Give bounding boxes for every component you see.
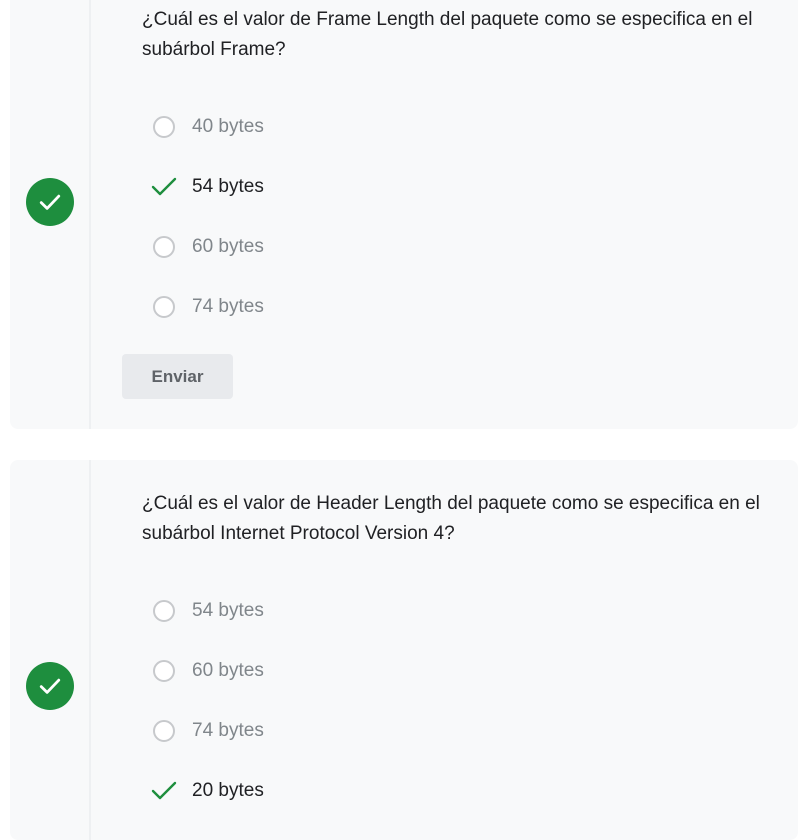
option-label: 60 bytes	[192, 236, 264, 257]
option-label: 20 bytes	[192, 780, 264, 801]
option-label: 60 bytes	[192, 660, 264, 681]
radio-button[interactable]	[153, 720, 175, 742]
option-74-bytes[interactable]: 74 bytes	[150, 292, 264, 322]
question-text: ¿Cuál es el valor de Frame Length del pa…	[142, 9, 753, 60]
check-icon	[150, 779, 178, 803]
option-74-bytes[interactable]: 74 bytes	[150, 716, 264, 746]
question-card-1: ¿Cuál es el valor de Frame Length del pa…	[10, 0, 798, 429]
option-label: 40 bytes	[192, 116, 264, 137]
option-label: 74 bytes	[192, 720, 264, 741]
card-divider	[89, 0, 91, 429]
option-label: 54 bytes	[192, 176, 264, 197]
correct-status-icon	[26, 178, 74, 226]
option-54-bytes[interactable]: 54 bytes	[150, 596, 264, 626]
radio-button[interactable]	[153, 296, 175, 318]
radio-button[interactable]	[153, 236, 175, 258]
radio-button[interactable]	[153, 600, 175, 622]
radio-button[interactable]	[153, 116, 175, 138]
check-icon	[150, 175, 178, 199]
option-60-bytes[interactable]: 60 bytes	[150, 232, 264, 262]
option-40-bytes[interactable]: 40 bytes	[150, 112, 264, 142]
radio-button[interactable]	[153, 660, 175, 682]
question-text: ¿Cuál es el valor de Header Length del p…	[142, 493, 760, 544]
option-20-bytes-selected[interactable]: 20 bytes	[150, 776, 264, 806]
option-60-bytes[interactable]: 60 bytes	[150, 656, 264, 686]
card-divider	[89, 460, 91, 840]
option-label: 74 bytes	[192, 296, 264, 317]
correct-status-icon	[26, 662, 74, 710]
submit-button[interactable]: Enviar	[122, 354, 233, 399]
option-54-bytes-selected[interactable]: 54 bytes	[150, 172, 264, 202]
option-label: 54 bytes	[192, 600, 264, 621]
question-card-2: ¿Cuál es el valor de Header Length del p…	[10, 460, 798, 840]
